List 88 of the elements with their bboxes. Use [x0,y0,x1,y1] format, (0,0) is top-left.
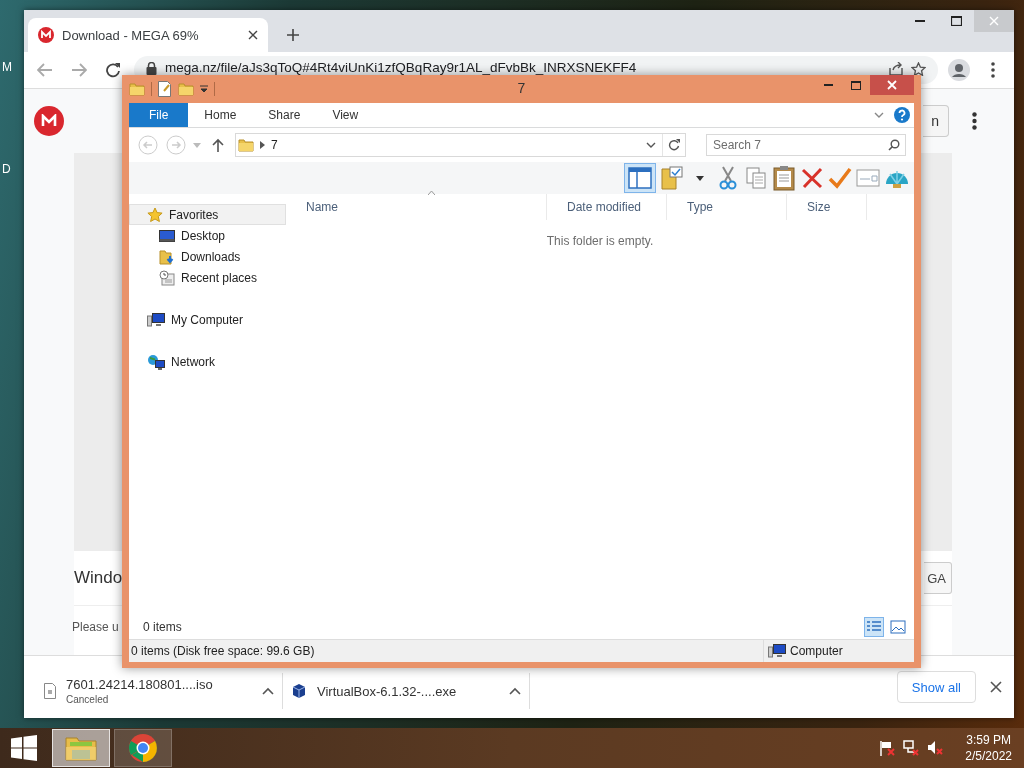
recent-places-icon [159,269,175,286]
folder-icon [64,734,98,762]
up-arrow-icon[interactable] [212,138,224,152]
close-icon[interactable] [990,681,1002,693]
status-location: Computer [790,644,843,658]
download-name: 7601.24214.180801....iso [66,677,214,692]
delete-icon[interactable] [801,167,823,189]
menu-icon[interactable] [971,112,977,130]
caret-icon[interactable] [200,85,208,93]
preview-pane-icon[interactable] [628,167,652,189]
nav-item[interactable]: Favorites [129,204,286,225]
url-text: mega.nz/file/aJs3qToQ#4Rt4viUnKi1zfQBqRay9r1AL_dFvbBk_INRXSNEKFF4 [165,59,638,75]
maximize-icon[interactable] [851,80,861,90]
folder-check-icon[interactable] [660,166,684,190]
path-segment[interactable]: 7 [271,138,278,152]
flag-icon[interactable] [879,740,896,756]
download-status: Canceled [66,694,110,705]
empty-folder-message: This folder is empty. [546,234,654,248]
refresh-icon[interactable] [668,139,680,151]
desktop-icon [159,228,175,243]
desktop-icon-label: M [2,60,12,74]
column-header[interactable]: Name [286,194,547,220]
windows-logo-icon[interactable] [11,735,37,761]
breadcrumb-arrow-icon [260,141,265,149]
nav-item[interactable]: Desktop [129,225,286,246]
maximize-icon[interactable] [950,16,962,26]
chevron-icon[interactable] [646,142,656,148]
help-icon[interactable] [894,107,910,123]
profile-icon[interactable] [948,59,970,81]
download-item[interactable]: 7601.24214.180801....iso Canceled [36,673,283,709]
star-icon [147,206,163,223]
network-icon[interactable] [903,740,920,756]
reload-icon[interactable] [105,62,121,78]
computer-icon [768,643,786,659]
column-header[interactable]: Type [667,194,787,220]
taskbar-app[interactable] [114,729,172,767]
cube-icon [291,683,307,699]
chevron-icon[interactable] [874,112,884,118]
card-button[interactable]: GA [924,562,952,594]
close-icon[interactable] [248,30,258,40]
thumbnail-view-icon[interactable] [890,620,906,634]
show-all-button[interactable]: Show all [896,671,976,703]
desktop-icon-label: D [2,162,11,176]
computer-icon [147,311,165,328]
download-name: VirtualBox-6.1.32-....exe [317,683,458,699]
nav-item[interactable]: Recent places [129,267,286,288]
column-header[interactable]: Date modified [547,194,667,220]
ribbon-tab[interactable]: Home [188,103,253,127]
item-count: 0 items [143,620,182,634]
new-tab-icon[interactable] [286,28,300,42]
chrome-icon [128,733,158,763]
network-icon [147,353,165,370]
downloads-folder-icon [159,248,175,265]
nav-item[interactable]: My Computer [129,309,286,330]
ribbon-tab[interactable]: Share [252,103,317,127]
star-icon[interactable] [911,62,926,76]
speaker-muted-icon[interactable] [927,740,944,756]
header-button[interactable]: n [923,105,949,137]
menu-icon[interactable] [991,62,995,78]
browser-tab[interactable]: Download - MEGA 69% [28,18,268,52]
column-header[interactable]: Size [787,194,867,220]
mega-logo[interactable] [34,106,64,136]
mega-icon [38,27,54,43]
search-field[interactable]: Search 7 [706,134,906,156]
folder-icon [238,137,254,153]
download-item[interactable]: VirtualBox-6.1.32-....exe [283,673,530,709]
caret-icon[interactable] [696,175,704,181]
file-icon [44,683,56,699]
properties-icon[interactable] [158,81,172,97]
scissors-icon[interactable] [719,166,737,190]
notice-text: Please u [72,619,119,634]
clock-time[interactable]: 3:59 PM [966,732,1011,748]
address-bar[interactable]: 7 [235,133,686,157]
clipboard-icon[interactable] [773,165,795,191]
nav-item[interactable]: Network [129,351,286,372]
ribbon-tab[interactable]: View [316,103,375,127]
details-view-icon[interactable] [866,620,882,634]
clock-date[interactable]: 2/5/2022 [965,748,1012,764]
share-icon[interactable] [889,62,903,76]
status-summary: 0 items (Disk free space: 99.6 GB) [131,644,315,658]
file-title: Windo [74,568,123,588]
caret-icon[interactable] [262,687,274,695]
lock-icon [146,62,157,75]
checkmark-icon[interactable] [828,167,852,189]
nav-item[interactable]: Downloads [129,246,286,267]
ribbon-tab[interactable]: File [129,103,189,127]
caret-icon[interactable] [509,687,521,695]
search-icon[interactable] [888,139,900,151]
